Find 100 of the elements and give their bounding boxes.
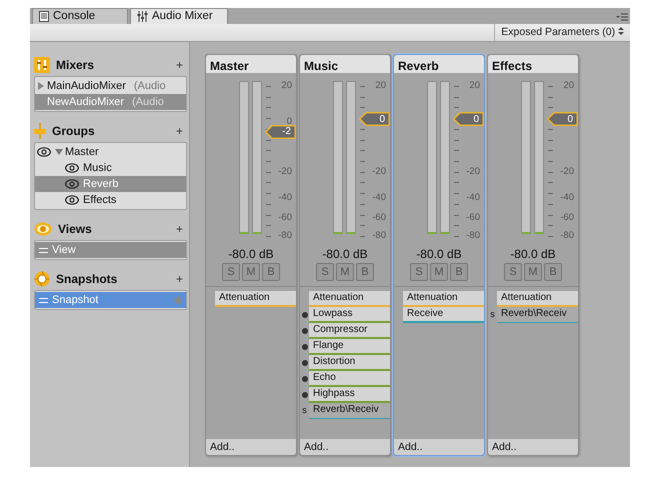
strip-title: Effects bbox=[488, 55, 578, 73]
scale-label: -60 bbox=[560, 213, 574, 223]
scale-label: -20 bbox=[560, 167, 574, 177]
drag-handle-icon bbox=[39, 248, 48, 252]
scale-label: -40 bbox=[466, 193, 480, 203]
scale-label: -60 bbox=[466, 213, 480, 223]
add-effect-button[interactable]: Add.. bbox=[488, 439, 578, 455]
effect-slot[interactable]: Echo bbox=[309, 371, 390, 387]
bypass-dot-icon[interactable] bbox=[302, 328, 308, 334]
sliders-icon bbox=[137, 11, 148, 22]
scale-label: 0 bbox=[286, 117, 292, 127]
scale-label: -80 bbox=[372, 231, 386, 241]
item-type: (Audio bbox=[134, 78, 166, 94]
scale-label: -20 bbox=[278, 167, 292, 177]
effect-slot[interactable]: Highpass bbox=[309, 387, 390, 403]
section-title: Views bbox=[58, 221, 93, 238]
strip-title: Music bbox=[300, 55, 390, 73]
eye-icon[interactable] bbox=[65, 179, 79, 189]
item-name: Effects bbox=[83, 192, 116, 208]
item-type: (Audio bbox=[132, 94, 164, 110]
mixer-strip[interactable]: Master -2 20 0 -20 -40 -60 -80 -80.0 dB S M B Attenuation Add.. bbox=[205, 54, 297, 456]
eye-icon[interactable] bbox=[37, 147, 51, 157]
effect-slot[interactable]: Distortion bbox=[309, 355, 390, 371]
mixer-icon bbox=[34, 57, 50, 73]
bypass-dot-icon[interactable] bbox=[302, 392, 308, 398]
scale-label: -40 bbox=[560, 193, 574, 203]
db-readout: -80.0 dB bbox=[227, 247, 275, 261]
fader-icon bbox=[34, 123, 46, 139]
bypass-dot-icon[interactable] bbox=[302, 344, 308, 350]
mixer-strip[interactable]: Reverb 0 20 -20 -40 -60 -80 -80.0 dB S M B Attenuation Receive Add.. bbox=[393, 54, 485, 456]
bypass-dot-icon[interactable] bbox=[302, 360, 308, 366]
updown-icon bbox=[618, 26, 624, 35]
effect-slot[interactable]: Lowpass bbox=[309, 307, 390, 323]
tab[interactable]: Audio Mixer bbox=[130, 8, 228, 24]
add-effect-button[interactable]: Add.. bbox=[394, 439, 484, 455]
fader-handle[interactable]: 0 bbox=[453, 112, 484, 126]
strip-title: Reverb bbox=[394, 55, 484, 73]
effect-slot[interactable]: Compressor bbox=[309, 323, 390, 339]
section-title: Snapshots bbox=[56, 271, 118, 288]
add-button[interactable]: + bbox=[176, 270, 183, 288]
tab[interactable]: Console bbox=[32, 8, 128, 24]
item-name: Master bbox=[65, 144, 99, 160]
collapsed-arrow-icon[interactable] bbox=[37, 82, 45, 90]
item-name: Snapshot bbox=[52, 292, 98, 308]
scale-label: -80 bbox=[466, 231, 480, 241]
scale-label: -60 bbox=[372, 213, 386, 223]
scale-label: 20 bbox=[563, 81, 574, 91]
list-item[interactable]: Effects bbox=[35, 192, 186, 208]
effect-slot[interactable]: Attenuation bbox=[497, 291, 578, 307]
eye-icon[interactable] bbox=[65, 163, 79, 173]
strip-title: Master bbox=[206, 55, 296, 73]
effect-slot[interactable]: Flange bbox=[309, 339, 390, 355]
document-icon bbox=[39, 11, 49, 22]
item-name: MainAudioMixer bbox=[47, 78, 126, 94]
effect-slot[interactable]: Attenuation bbox=[215, 291, 296, 307]
fader-handle[interactable]: -2 bbox=[265, 124, 296, 139]
expanded-arrow-icon[interactable] bbox=[55, 148, 63, 156]
section-title: Groups bbox=[52, 123, 96, 140]
item-name: View bbox=[52, 242, 76, 258]
eye-icon[interactable] bbox=[65, 195, 79, 205]
aperture-icon bbox=[34, 271, 50, 287]
add-button[interactable]: + bbox=[176, 122, 183, 140]
add-effect-button[interactable]: Add.. bbox=[300, 439, 390, 455]
fader-handle[interactable]: 0 bbox=[359, 112, 390, 126]
list-item[interactable]: MainAudioMixer (Audio bbox=[35, 78, 186, 94]
mixer-strip[interactable]: Effects 0 20 -20 -40 -60 -80 -80.0 dB S M B Attenuation s Reverb\Receiv Add.. bbox=[487, 54, 579, 456]
scale-label: -80 bbox=[560, 231, 574, 241]
scale-label: 20 bbox=[375, 81, 386, 91]
menu-icon[interactable] bbox=[616, 13, 628, 21]
db-readout: -80.0 dB bbox=[509, 247, 557, 261]
fader-handle[interactable]: 0 bbox=[547, 112, 578, 126]
bypass-dot-icon[interactable] bbox=[302, 376, 308, 382]
scale-label: -20 bbox=[466, 167, 480, 177]
scale-label: 20 bbox=[281, 81, 292, 91]
scale-label: 20 bbox=[469, 81, 480, 91]
scale-label: -60 bbox=[278, 213, 292, 223]
add-button[interactable]: + bbox=[176, 220, 183, 238]
scale-label: -40 bbox=[278, 193, 292, 203]
effect-slot[interactable]: Reverb\Receiv bbox=[309, 403, 390, 419]
scale-label: -80 bbox=[278, 231, 292, 241]
scale-label: -20 bbox=[372, 167, 386, 177]
bypass-dot-icon[interactable] bbox=[302, 312, 308, 318]
eye-icon bbox=[34, 222, 52, 236]
drag-handle-icon bbox=[39, 298, 48, 302]
list-item[interactable]: Master bbox=[35, 144, 186, 160]
item-name: Music bbox=[83, 160, 112, 176]
scale-label: -40 bbox=[372, 193, 386, 203]
send-marker: s bbox=[302, 404, 307, 418]
item-name: Reverb bbox=[83, 176, 118, 192]
list-item[interactable]: Music bbox=[35, 160, 186, 176]
effect-slot[interactable]: Attenuation bbox=[403, 291, 484, 307]
add-button[interactable]: + bbox=[176, 56, 183, 74]
effect-slot[interactable]: Reverb\Receiv bbox=[497, 307, 578, 323]
section-title: Mixers bbox=[56, 57, 96, 74]
add-effect-button[interactable]: Add.. bbox=[206, 439, 296, 455]
effect-slot[interactable]: Receive bbox=[403, 307, 484, 323]
effect-slot[interactable]: Attenuation bbox=[309, 291, 390, 307]
item-name: NewAudioMixer bbox=[47, 94, 124, 110]
db-readout: -80.0 dB bbox=[321, 247, 369, 261]
mixer-strip[interactable]: Music 0 20 -20 -40 -60 -80 -80.0 dB S M B Attenuation Lowpass Compressor Flange Distortion Echo Highpass s Reverb\Receiv Add.. bbox=[299, 54, 391, 456]
